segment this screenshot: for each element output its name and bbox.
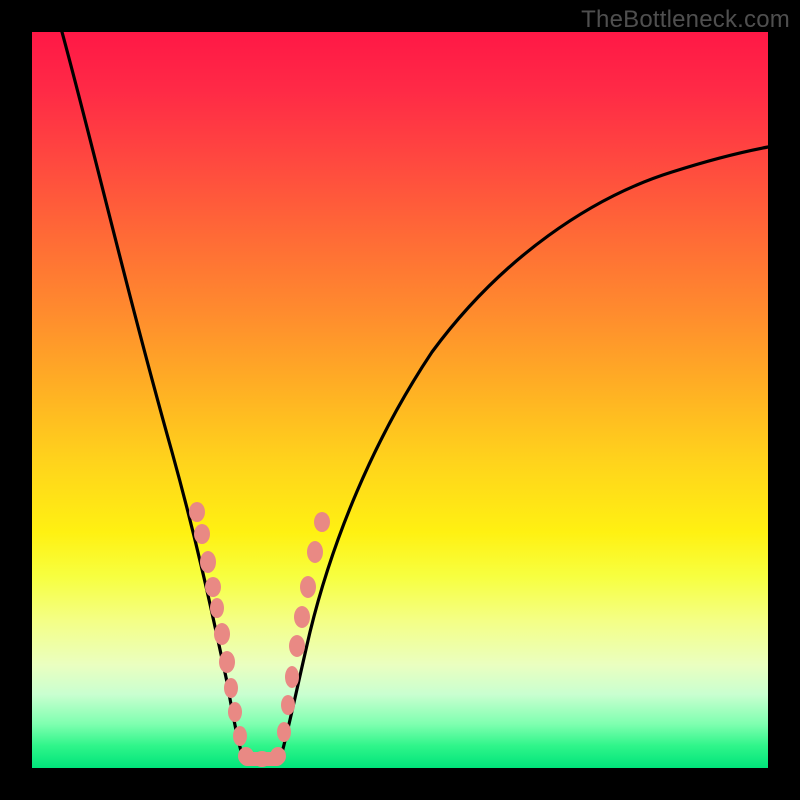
- plot-area: [32, 32, 768, 768]
- bottleneck-curve: [32, 32, 768, 768]
- markers-bottom: [238, 747, 286, 767]
- markers-right: [277, 512, 330, 742]
- watermark-text: TheBottleneck.com: [581, 6, 790, 34]
- curve-left-branch: [62, 32, 244, 760]
- curve-right-branch: [280, 147, 768, 760]
- markers-left: [189, 502, 247, 746]
- chart-frame: TheBottleneck.com: [0, 0, 800, 800]
